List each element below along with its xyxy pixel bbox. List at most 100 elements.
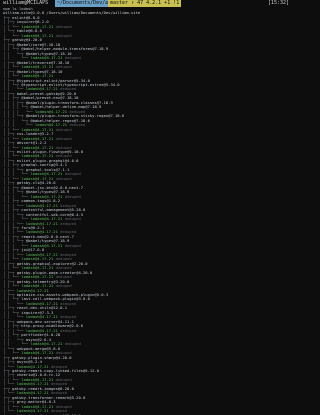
highlighted-package: lodash@4.17.21 xyxy=(21,154,54,159)
tree-branch: │ ├─┬ xyxy=(3,158,17,163)
deduped-marker: deduped xyxy=(48,409,68,414)
highlighted-package: lodash@4.17.21 xyxy=(25,221,58,226)
tree-branch: │ │ └─┬ xyxy=(3,310,22,315)
package-name: gatsby-transformer-remark@5.20.0 xyxy=(12,395,86,400)
highlighted-package: lodash@4.17.21 xyxy=(25,328,58,333)
tree-branch: │ ├─┬ xyxy=(3,373,17,378)
deduped-marker: deduped xyxy=(57,315,77,320)
highlighted-package: lodash@4.17.21 xyxy=(16,382,49,387)
deduped-marker: deduped xyxy=(57,328,77,333)
deduped-marker: deduped xyxy=(57,221,77,226)
highlighted-package: lodash@4.17.21 xyxy=(30,56,63,61)
tree-branch: │ │ └─┬ xyxy=(3,337,26,342)
tree-branch: │ └── xyxy=(3,382,17,387)
deduped-marker: deduped xyxy=(53,275,72,280)
package-name: gatsby-remark-images@6.20.0 xyxy=(12,386,74,391)
tree-branch: │ │ │ └─┬ xyxy=(3,118,31,123)
deduped-marker: deduped xyxy=(53,145,72,150)
tree-branch: │ │ └── xyxy=(3,342,31,347)
highlighted-package: lodash@4.17.21 xyxy=(21,275,54,280)
tree-branch: │ ├─┬ xyxy=(3,319,17,324)
package-name: cheerio@1.0.0-rc.12 xyxy=(16,373,61,378)
highlighted-package: lodash@4.17.21 xyxy=(30,172,63,177)
package-name: graphql-tools@7.1.1 xyxy=(25,167,70,172)
highlighted-package: lodash@4.17.21 xyxy=(21,127,54,132)
deduped-marker: deduped xyxy=(62,217,81,222)
tree-branch: │ └─┬ xyxy=(3,346,17,351)
deduped-marker: deduped xyxy=(53,127,72,132)
package-name: @babel/helper-define-map@7.18.9 xyxy=(30,105,102,110)
command-text: npm ls lodash xyxy=(3,7,33,11)
package-name: @babel/helper-module-transforms@7.18.9 xyxy=(21,47,109,52)
deduped-marker: deduped xyxy=(53,284,72,289)
tree-branch: │ ├─┬ xyxy=(3,42,17,47)
highlighted-package: lodash@4.17.21 xyxy=(30,243,63,248)
package-name: css-loader@5.2.7 xyxy=(16,132,54,137)
tree-branch: │ ├─┬ xyxy=(3,279,17,284)
highlighted-package: lodash@4.17.21 xyxy=(30,342,63,347)
tree-branch: │ │ │ └── xyxy=(3,217,31,222)
package-name: remark-mdx@2.0.0-next.7 xyxy=(21,234,74,239)
deduped-marker: deduped xyxy=(57,203,77,208)
highlighted-package: lodash@4.17.21 xyxy=(30,217,63,222)
tree-branch: │ │ └── xyxy=(3,257,22,262)
tree-branch: │ │ └── xyxy=(3,266,22,271)
deduped-marker: deduped xyxy=(53,65,72,70)
tree-branch: │ ├─┬ xyxy=(3,69,17,74)
tree-branch: │ ├─┬ xyxy=(3,132,17,137)
tree-branch: │ │ ├─┬ xyxy=(3,208,22,213)
tree-branch: │ ├─┬ xyxy=(3,91,17,96)
tree-branch: │ │ └── xyxy=(3,24,22,29)
tree-branch: │ ├─┬ xyxy=(3,400,17,405)
package-name: @babel-jsx-btn@2.0.0-next.7 xyxy=(21,185,84,190)
package-name: eslint@8.8.0 xyxy=(12,15,40,20)
package-name: async@3.2.4 xyxy=(16,360,42,365)
tree-branch: │ ├─┬ xyxy=(3,261,17,266)
package-name: last-call-webpack-plugin@3.0.0 xyxy=(21,297,90,302)
highlighted-package: lodash@4.17.21 xyxy=(25,203,58,208)
tree-branch: │ │ │ └─┬ xyxy=(3,167,26,172)
tree-branch: │ │ └── xyxy=(3,127,22,132)
prompt-user-host: william@MCILAPS xyxy=(3,0,49,6)
tree-branch: │ └── xyxy=(3,364,17,369)
highlighted-package: lodash@4.17.21 xyxy=(21,351,54,356)
highlighted-package: lodash@4.17.21 xyxy=(16,364,49,369)
tree-branch: │ │ │ └─┬ xyxy=(3,239,26,244)
deduped-marker: deduped xyxy=(53,176,72,181)
highlighted-package: lodash@4.17.21 xyxy=(21,266,54,271)
highlighted-package: lodash@4.17.21 xyxy=(30,194,63,199)
package-name: optimize-css-assets-webpack-plugin@5.0.3 xyxy=(16,293,109,297)
package-name: http-proxy-middleware@2.0.6 xyxy=(21,324,84,329)
package-name: @babel/types@7.18.9 xyxy=(25,239,70,244)
deduped-marker: deduped xyxy=(48,382,68,387)
deduped-marker: deduped xyxy=(62,172,81,177)
tree-branch: │ │ └─┬ xyxy=(3,51,26,56)
tree-branch: │ │ ├─┬ xyxy=(3,248,22,253)
deduped-marker: deduped xyxy=(53,404,72,409)
highlighted-package: lodash@4.17.21 xyxy=(21,377,54,382)
package-name: webpack-merge@5.8.0 xyxy=(16,346,61,351)
highlighted-package: lodash@4.17.21 xyxy=(35,109,68,114)
tree-branch: │ └── xyxy=(3,409,17,414)
tree-branch: │ ├─┬ xyxy=(3,150,17,154)
package-name: joi@17.6.0 xyxy=(21,248,45,253)
package-name: @typescript-eslint/parser@5.34.0 xyxy=(16,78,90,83)
deduped-marker: deduped xyxy=(62,342,81,347)
tree-branch: │ ├─┬ xyxy=(3,306,17,311)
package-name: babel-preset-gatsby@2.20.0 xyxy=(16,91,77,96)
tree-branch: │ ├─┬ xyxy=(3,78,17,83)
tree-branch: ├─┬ xyxy=(3,38,13,43)
highlighted-package: lodash@4.17.21 xyxy=(21,74,54,79)
package-name: gatsby-plugin-sharp@4.20.0 xyxy=(12,355,72,360)
tree-branch: │ ├─┬ xyxy=(3,60,17,65)
package-name: @babel/preset-env@7.18.10 xyxy=(21,96,79,101)
deduped-marker: deduped xyxy=(57,301,77,306)
deduped-marker: deduped xyxy=(57,252,77,257)
tree-branch: │ │ │ └── xyxy=(3,328,26,333)
tree-branch: │ │ └─┬ xyxy=(3,47,22,52)
highlighted-package: lodash@4.17.21 xyxy=(21,257,54,262)
tree-branch: │ │ └─┬ xyxy=(3,333,22,338)
tree-branch: │ │ └── xyxy=(3,136,22,141)
package-name: @babel/types@7.18.10 xyxy=(25,51,72,56)
highlighted-package: lodash@4.17.21 xyxy=(16,409,49,414)
